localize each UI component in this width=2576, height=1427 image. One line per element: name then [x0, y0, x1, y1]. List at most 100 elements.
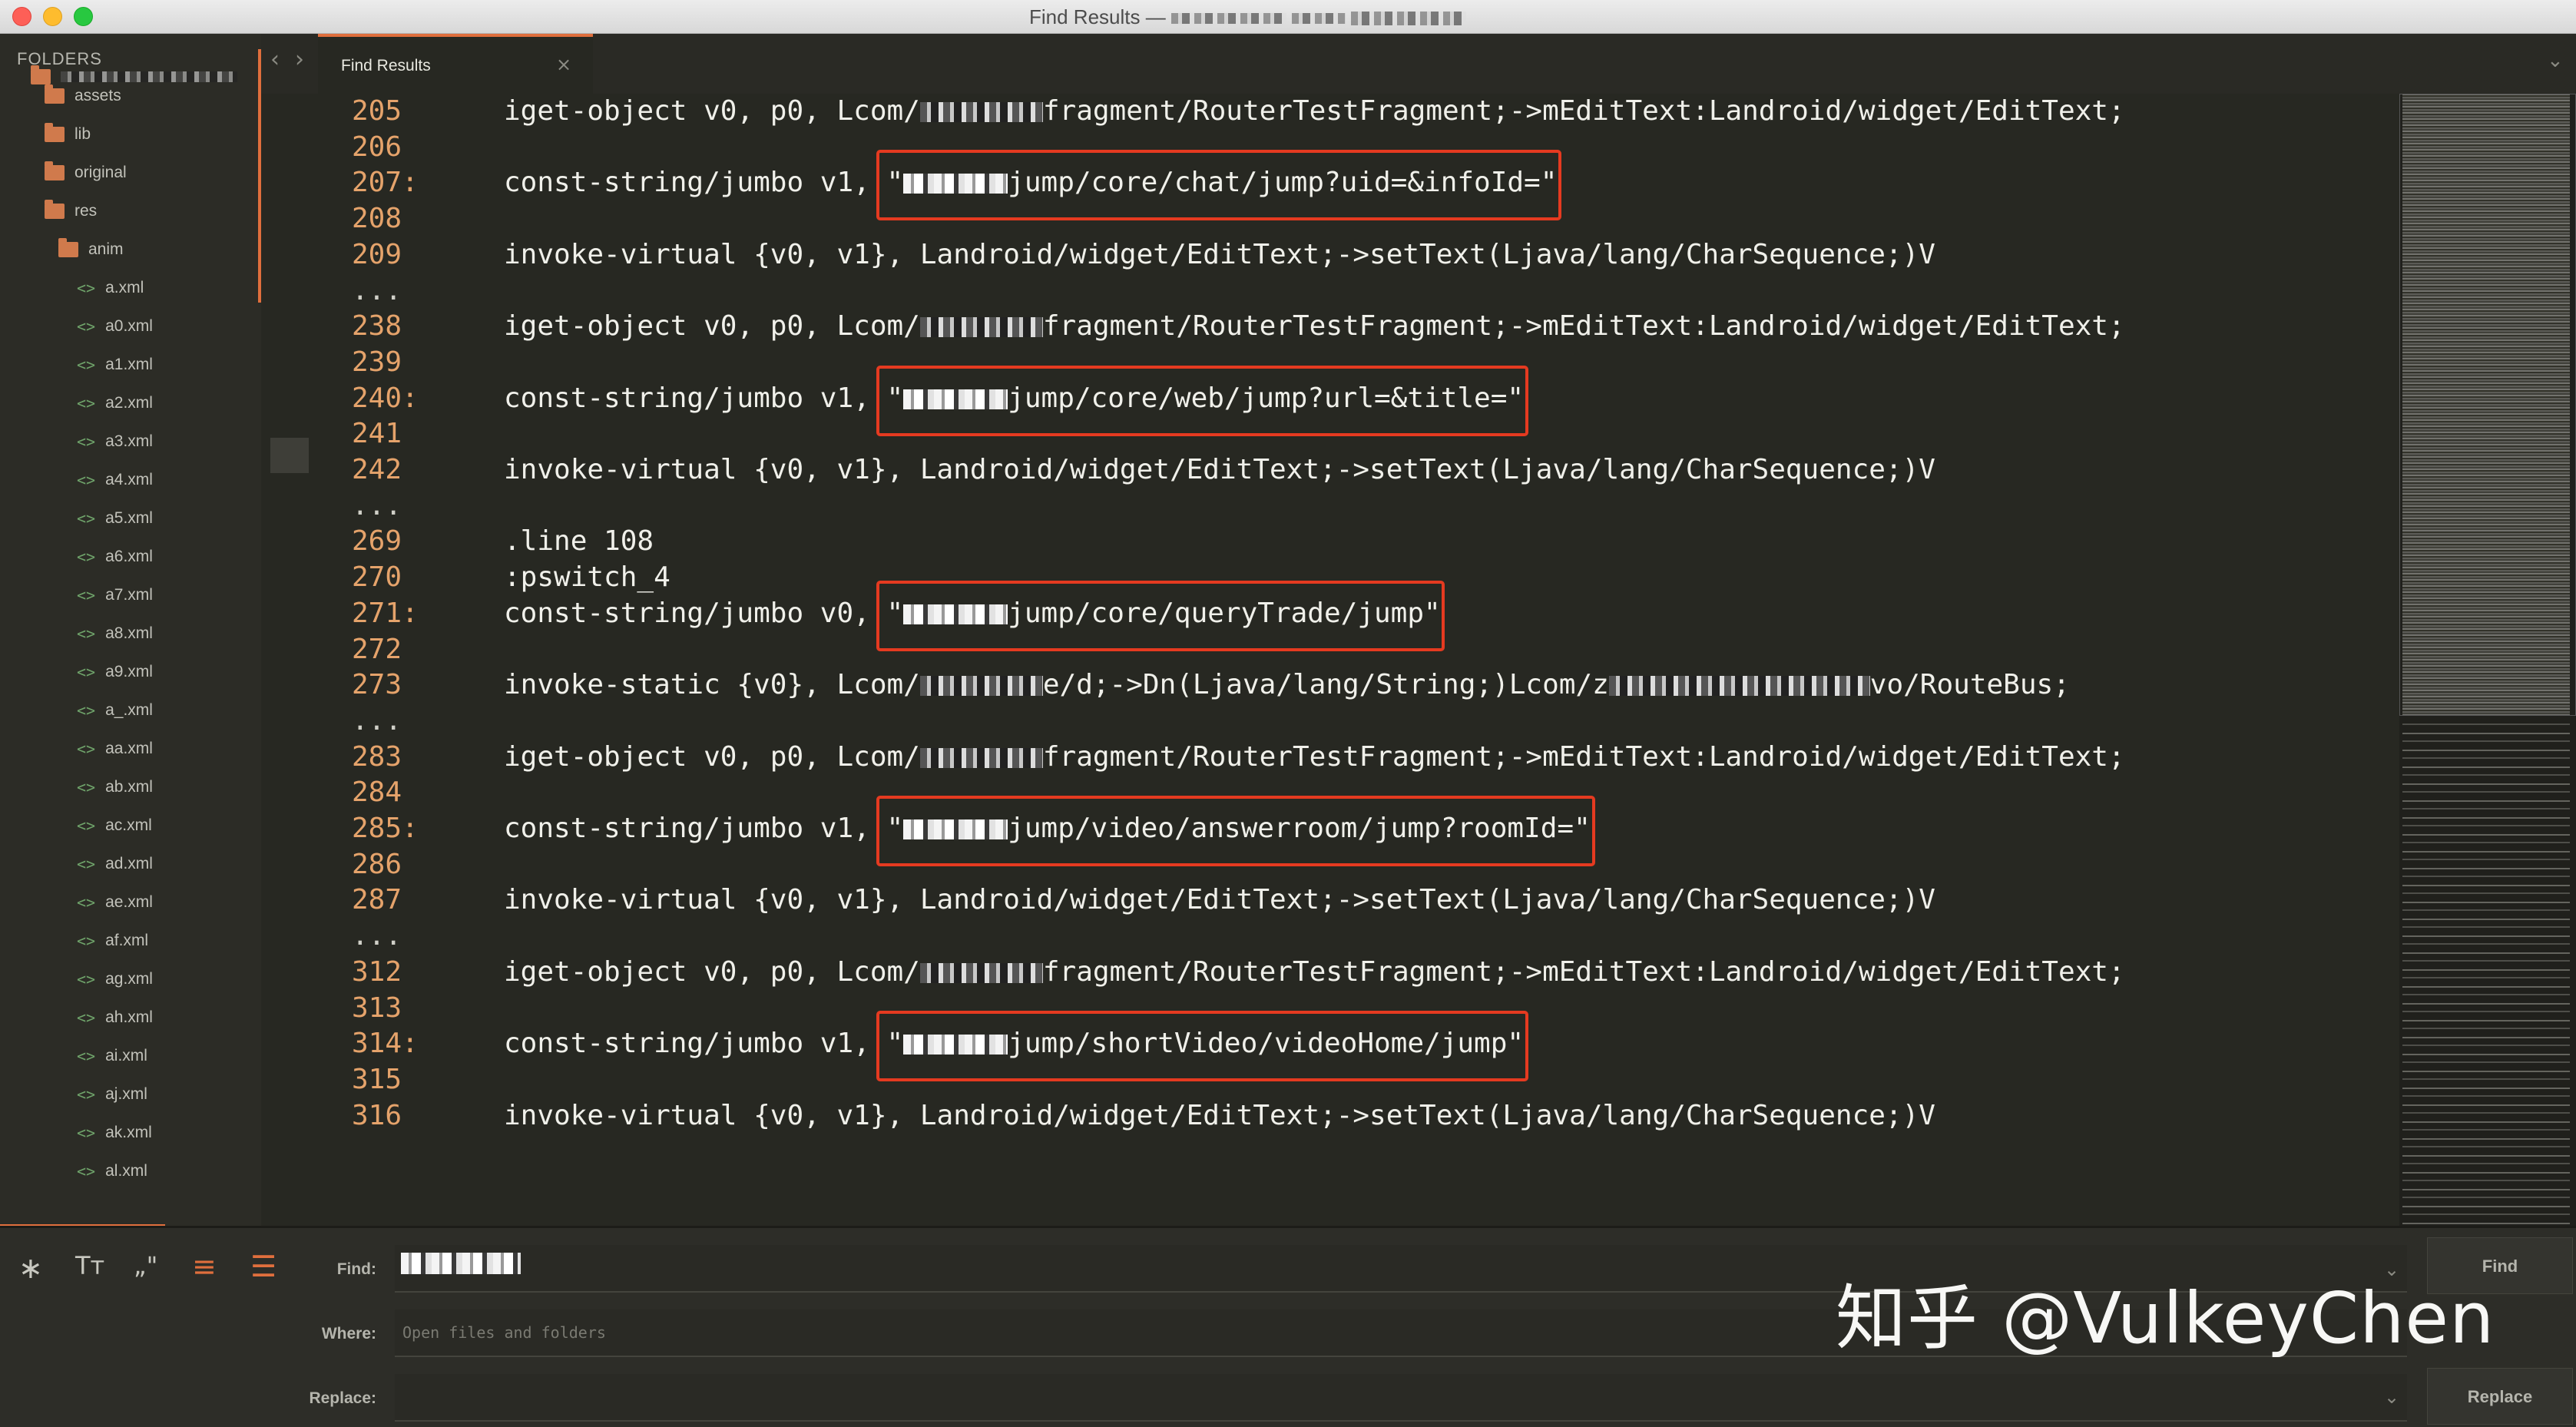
- tab-overflow-chevron-icon[interactable]: ⌄: [2547, 49, 2564, 72]
- tab-find-results[interactable]: Find Results ×: [318, 34, 593, 94]
- nav-back-icon[interactable]: ‹: [270, 46, 280, 73]
- sidebar-item-label: lib: [74, 125, 91, 143]
- sidebar-file-item[interactable]: <> af.xml: [0, 922, 261, 960]
- sidebar-item-label: original: [74, 164, 127, 181]
- case-sensitive-option-icon[interactable]: Tт: [75, 1251, 104, 1280]
- line-number: 273: [352, 669, 402, 701]
- folder-icon: [58, 238, 78, 257]
- sidebar: FOLDERS assets lib original res anim <> a.xml <…: [0, 34, 261, 1228]
- sidebar-file-item[interactable]: <> aa.xml: [0, 730, 261, 768]
- tab-close-icon[interactable]: ×: [556, 54, 571, 75]
- code-text: fragment/RouterTestFragment;->mEditText:…: [1042, 310, 2125, 343]
- sidebar-file-item[interactable]: <> ai.xml: [0, 1037, 261, 1075]
- find-results-editor[interactable]: 205 iget-object v0, p0, Lcom/fragment/Rou…: [318, 94, 2399, 1226]
- line-number: 283: [352, 740, 402, 773]
- window-minimize-button[interactable]: [43, 7, 62, 26]
- sidebar-file-item[interactable]: <> a5.xml: [0, 499, 261, 538]
- sidebar-file-item[interactable]: <> ac.xml: [0, 806, 261, 845]
- sidebar-item-label: a7.xml: [105, 586, 153, 604]
- replace-button[interactable]: Replace: [2427, 1368, 2573, 1425]
- sidebar-item-label: aa.xml: [105, 740, 153, 757]
- sidebar-file-item[interactable]: <> a0.xml: [0, 307, 261, 346]
- sidebar-file-item[interactable]: <> a8.xml: [0, 614, 261, 653]
- code-text: fragment/RouterTestFragment;->mEditText:…: [1042, 740, 2125, 773]
- minimap-sparse-region: [2402, 717, 2570, 1224]
- sidebar-file-item[interactable]: <> al.xml: [0, 1152, 261, 1190]
- sidebar-file-item[interactable]: <> ad.xml: [0, 845, 261, 883]
- xml-file-icon: <>: [77, 932, 96, 950]
- sidebar-folder-anim[interactable]: anim: [0, 230, 261, 269]
- sidebar-file-item[interactable]: <> a6.xml: [0, 538, 261, 576]
- sidebar-file-item[interactable]: <> a4.xml: [0, 461, 261, 499]
- sidebar-file-item[interactable]: <> a2.xml: [0, 384, 261, 422]
- sidebar-item-label: a_.xml: [105, 701, 153, 719]
- sidebar-file-item[interactable]: <> a.xml: [0, 269, 261, 307]
- sidebar-file-item[interactable]: <> a1.xml: [0, 346, 261, 384]
- xml-file-icon: <>: [77, 1047, 96, 1065]
- title-bar: Find Results —: [0, 0, 2576, 34]
- redacted-text: [919, 747, 1043, 768]
- sidebar-file-item[interactable]: <> ae.xml: [0, 883, 261, 922]
- sidebar-file-item[interactable]: <> ab.xml: [0, 768, 261, 806]
- sidebar-file-item[interactable]: <> a7.xml: [0, 576, 261, 614]
- sidebar-file-item[interactable]: <> a3.xml: [0, 422, 261, 461]
- highlight-matches-option-icon[interactable]: ☰: [250, 1250, 276, 1283]
- code-line: invoke-virtual {v0, v1}, Landroid/widget…: [504, 454, 1935, 485]
- wrap-option-icon[interactable]: ≡: [192, 1250, 217, 1283]
- sidebar-file-item[interactable]: <> a_.xml: [0, 691, 261, 730]
- minimap-viewport[interactable]: [2399, 94, 2576, 716]
- sidebar-item-label: a1.xml: [105, 356, 153, 373]
- project-name-redacted: [61, 71, 237, 82]
- xml-file-icon: <>: [77, 1162, 96, 1180]
- xml-file-icon: <>: [77, 970, 96, 988]
- window-maximize-button[interactable]: [74, 7, 93, 26]
- sidebar-item-label: ah.xml: [105, 1008, 153, 1026]
- window-title: Find Results —: [1029, 5, 1467, 29]
- sidebar-file-item[interactable]: <> aj.xml: [0, 1075, 261, 1114]
- sidebar-folder-original[interactable]: original: [0, 154, 261, 192]
- redacted-text: [1608, 676, 1870, 697]
- regex-option-icon[interactable]: ∗: [18, 1251, 43, 1285]
- tab-label: Find Results: [341, 57, 431, 74]
- sidebar-item-label: a8.xml: [105, 624, 153, 642]
- sidebar-folder-res[interactable]: res: [0, 192, 261, 230]
- sidebar-file-item[interactable]: <> ag.xml: [0, 960, 261, 998]
- line-number: 271:: [352, 597, 419, 629]
- redacted-text: [919, 317, 1043, 338]
- sidebar-item-label: ad.xml: [105, 855, 153, 872]
- sidebar-file-item[interactable]: <> a9.xml: [0, 653, 261, 691]
- sidebar-item-label: ak.xml: [105, 1124, 152, 1141]
- gutter-current-line-marker: [270, 438, 309, 473]
- sidebar-item-label: a3.xml: [105, 432, 153, 450]
- code-text: :pswitch_4: [504, 561, 670, 594]
- sidebar-root-project[interactable]: [31, 61, 237, 92]
- sidebar-file-item[interactable]: <> ak.xml: [0, 1114, 261, 1152]
- where-label: Where:: [321, 1325, 376, 1343]
- code-text: const-string/jumbo v1, ": [504, 167, 904, 199]
- sidebar-file-item[interactable]: <> ah.xml: [0, 998, 261, 1037]
- line-number: ...: [352, 920, 402, 952]
- gutter-strip: [261, 94, 318, 1229]
- replace-dropdown-chevron-icon[interactable]: ⌄: [2384, 1386, 2399, 1408]
- line-number: 286: [352, 848, 402, 880]
- code-text: vo/RouteBus;: [1869, 669, 2070, 701]
- window-close-button[interactable]: [12, 7, 31, 26]
- minimap[interactable]: [2399, 94, 2576, 1226]
- line-number: 313: [352, 992, 402, 1024]
- line-number: 312: [352, 955, 402, 988]
- line-number: 287: [352, 884, 402, 916]
- sidebar-folder-lib[interactable]: lib: [0, 115, 261, 154]
- sidebar-item-label: anim: [88, 240, 124, 258]
- code-text: iget-object v0, p0, Lcom/: [504, 95, 920, 127]
- whole-word-option-icon[interactable]: „": [134, 1251, 157, 1280]
- replace-input[interactable]: [395, 1374, 2407, 1422]
- xml-file-icon: <>: [77, 740, 96, 758]
- line-number: 241: [352, 418, 402, 450]
- code-line: invoke-virtual {v0, v1}, Landroid/widget…: [504, 239, 1935, 270]
- tab-bar: [261, 34, 2576, 94]
- code-line: iget-object v0, p0, Lcom/fragment/Router…: [504, 956, 2125, 988]
- nav-forward-icon[interactable]: ›: [295, 46, 304, 73]
- xml-file-icon: <>: [77, 1124, 96, 1142]
- redacted-text: [919, 676, 1043, 697]
- code-text: iget-object v0, p0, Lcom/: [504, 740, 920, 773]
